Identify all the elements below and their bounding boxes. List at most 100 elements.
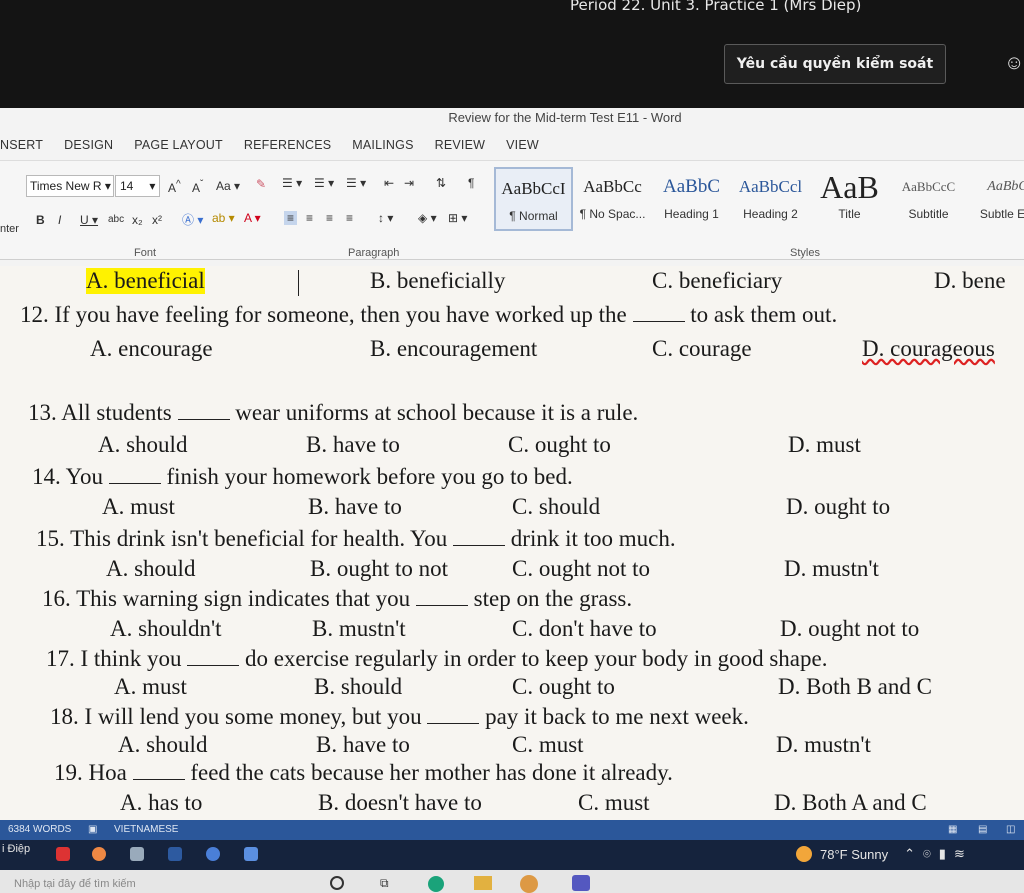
multilevel-list-icon[interactable]: ☰ ▾ (346, 176, 366, 190)
align-right-icon[interactable]: ≡ (326, 211, 333, 225)
bullets-icon[interactable]: ☰ ▾ (282, 176, 302, 190)
chrome-icon[interactable] (520, 875, 538, 893)
text-cursor (298, 270, 299, 296)
word-count[interactable]: 6384 WORDS (8, 824, 71, 835)
style-no-spacing[interactable]: AaBbCc ¶ No Spac... (573, 167, 652, 231)
tab-references[interactable]: REFERENCES (244, 138, 331, 158)
web-layout-icon[interactable]: ◫ (1006, 824, 1015, 835)
bold-icon[interactable]: B (36, 213, 45, 227)
question-text: feed the cats because her mother has don… (184, 760, 673, 785)
chevron-down-icon: ▾ (101, 179, 111, 193)
shrink-font-icon[interactable]: Aˇ (192, 179, 203, 195)
proofing-icon[interactable]: ▣ (88, 824, 97, 835)
option-11c: C. beneficiary (652, 268, 783, 293)
numbering-icon[interactable]: ☰ ▾ (314, 176, 334, 190)
tab-page-layout[interactable]: PAGE LAYOUT (134, 138, 223, 158)
person-icon[interactable]: ☺ (1004, 52, 1024, 78)
style-subtitle[interactable]: AaBbCcC Subtitle (889, 167, 968, 231)
option-14a: A. must (102, 494, 175, 519)
clear-format-icon[interactable]: ✎ (256, 177, 266, 191)
option-19a: A. has to (120, 790, 203, 815)
teams-icon[interactable] (572, 875, 590, 891)
battery-icon[interactable]: ▮ (939, 846, 946, 862)
question-text: 16. This warning sign indicates that you (42, 586, 416, 611)
line-spacing-icon[interactable]: ↕ ▾ (378, 211, 393, 225)
document-page[interactable]: A. beneficial B. beneficially C. benefic… (0, 266, 1024, 820)
question-text: finish your homework before you go to be… (160, 464, 573, 489)
question-text: pay it back to me next week. (479, 704, 749, 729)
style-sample: AaBbC (663, 176, 720, 197)
increase-indent-icon[interactable]: ⇥ (404, 176, 414, 190)
decrease-indent-icon[interactable]: ⇤ (384, 176, 394, 190)
style-title[interactable]: AaB Title (810, 167, 889, 231)
style-heading-1[interactable]: AaBbC Heading 1 (652, 167, 731, 231)
folder-icon[interactable] (168, 847, 182, 861)
style-name: Title (838, 207, 861, 221)
weather-widget[interactable]: 78°F Sunny ⌃ ⌾ ▮ ≋ (796, 846, 965, 862)
request-control-button[interactable]: Yêu cầu quyền kiểm soát (724, 44, 946, 84)
style-name: ¶ Normal (509, 209, 558, 223)
style-name: Heading 1 (664, 207, 719, 221)
sort-icon[interactable]: ⇅ (436, 176, 446, 190)
question-text: to ask them out. (684, 302, 838, 327)
option-12b: B. encouragement (370, 336, 538, 361)
question-19: 19. Hoa feed the cats because her mother… (54, 760, 673, 786)
question-text: 18. I will lend you some money, but you (50, 704, 428, 729)
underline-icon[interactable]: U ▾ (80, 213, 98, 227)
change-case-icon[interactable]: Aa ▾ (216, 179, 240, 193)
borders-icon[interactable]: ⊞ ▾ (448, 211, 467, 225)
answer-blank (415, 588, 468, 606)
language-indicator[interactable]: VIETNAMESE (114, 824, 178, 835)
chevron-up-icon[interactable]: ⌃ (904, 846, 915, 862)
grow-font-icon[interactable]: A^ (168, 179, 181, 195)
weather-text: 78°F Sunny (820, 846, 889, 862)
tab-review[interactable]: REVIEW (435, 138, 486, 158)
tab-view[interactable]: VIEW (506, 138, 539, 158)
network-icon[interactable]: ⌾ (923, 846, 931, 862)
search-bar[interactable]: Nhập tại đây để tìm kiếm ⧉ (0, 870, 1024, 893)
pilcrow-icon[interactable]: ¶ (468, 176, 474, 190)
read-mode-icon[interactable]: ▦ (948, 824, 957, 835)
option-16a: A. shouldn't (110, 616, 222, 641)
option-13b: B. have to (306, 432, 400, 457)
subscript-icon[interactable]: x₂ (132, 213, 143, 227)
option-14d: D. ought to (786, 494, 891, 519)
option-15a: A. should (106, 556, 196, 581)
strikethrough-icon[interactable]: abc (108, 214, 124, 225)
style-subtle-emphasis[interactable]: AaBbC Subtle Em (968, 167, 1024, 231)
superscript-icon[interactable]: x² (152, 213, 162, 227)
text-effects-icon[interactable]: Ⓐ ▾ (182, 211, 203, 228)
option-13c: C. ought to (508, 432, 611, 457)
tab-design[interactable]: DESIGN (64, 138, 113, 158)
justify-icon[interactable]: ≡ (346, 211, 353, 225)
app-icon[interactable] (130, 847, 144, 861)
shading-icon[interactable]: ◈ ▾ (418, 211, 437, 225)
font-name-box[interactable]: Times New R ▾ (26, 175, 114, 197)
app-icon[interactable] (206, 847, 220, 861)
tab-insert[interactable]: NSERT (0, 138, 43, 158)
edge-icon[interactable] (428, 876, 444, 892)
task-view-icon[interactable]: ⧉ (380, 876, 389, 891)
tab-mailings[interactable]: MAILINGS (352, 138, 413, 158)
app-icon[interactable] (244, 847, 258, 861)
answer-blank (453, 528, 506, 546)
style-heading-2[interactable]: AaBbCcl Heading 2 (731, 167, 810, 231)
option-17b: B. should (314, 674, 403, 699)
folder-icon[interactable] (474, 876, 492, 890)
font-color-icon[interactable]: A ▾ (244, 211, 261, 225)
question-text: 15. This drink isn't beneficial for heal… (36, 526, 454, 551)
style-normal[interactable]: AaBbCcI ¶ Normal (494, 167, 573, 231)
italic-icon[interactable]: I (58, 213, 61, 227)
highlight-color-icon[interactable]: ab ▾ (212, 211, 235, 225)
wifi-icon[interactable]: ≋ (954, 846, 965, 862)
align-center-icon[interactable]: ≡ (306, 211, 313, 225)
app-icon[interactable] (56, 847, 70, 861)
cortana-icon[interactable] (330, 876, 344, 890)
font-size-box[interactable]: 14 ▾ (115, 175, 160, 197)
search-input[interactable]: Nhập tại đây để tìm kiếm (14, 878, 136, 890)
chrome-icon[interactable] (92, 847, 106, 861)
align-left-icon[interactable]: ≡ (284, 211, 298, 225)
print-layout-icon[interactable]: ▤ (978, 824, 987, 835)
question-text: wear uniforms at school because it is a … (229, 400, 639, 425)
question-text: do exercise regularly in order to keep y… (239, 646, 828, 671)
